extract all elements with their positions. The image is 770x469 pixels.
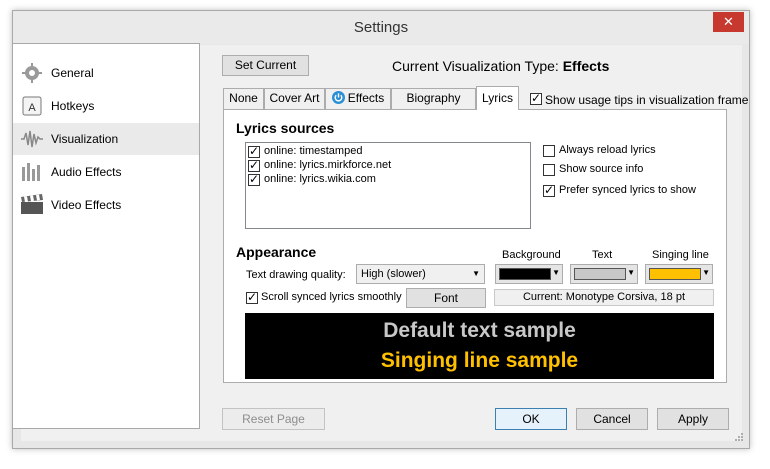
source-label: online: timestamped — [264, 145, 363, 157]
appearance-heading: Appearance — [236, 244, 317, 260]
chevron-down-icon: ▼ — [472, 269, 480, 278]
sidebar: General A Hotkeys Visualization Audio Ef… — [12, 43, 200, 429]
title-bar[interactable]: Settings ✕ — [13, 11, 749, 44]
sidebar-item-label: Hotkeys — [51, 99, 95, 113]
text-swatch — [574, 268, 626, 280]
always-reload-label: Always reload lyrics — [559, 144, 656, 156]
close-button[interactable]: ✕ — [713, 12, 744, 32]
scroll-smoothly-label: Scroll synced lyrics smoothly — [261, 291, 402, 303]
reset-page-button[interactable]: Reset Page — [222, 408, 325, 430]
svg-text:A: A — [28, 102, 36, 114]
quality-label: Text drawing quality: — [246, 269, 346, 281]
tab-lyrics[interactable]: Lyrics — [476, 86, 519, 110]
video-effects-icon — [21, 194, 43, 214]
source-checkbox[interactable] — [248, 144, 260, 158]
chevron-down-icon: ▼ — [552, 268, 560, 277]
set-current-button[interactable]: Set Current — [222, 55, 309, 76]
sidebar-item-visualization[interactable]: Visualization — [13, 123, 199, 155]
sidebar-item-label: Audio Effects — [51, 165, 122, 179]
singing-color-label: Singing line — [652, 249, 709, 261]
show-source-info-label: Show source info — [559, 163, 644, 175]
prefer-synced-checkbox[interactable] — [543, 183, 555, 197]
quality-value: High (slower) — [361, 268, 426, 280]
show-tips-label: Show usage tips in visualization frame — [545, 93, 749, 107]
lyrics-preview: Default text sample Singing line sample — [245, 313, 714, 379]
source-label: online: lyrics.wikia.com — [264, 173, 376, 185]
general-icon — [22, 63, 42, 83]
tab-label: Effects — [347, 91, 385, 105]
chevron-down-icon: ▼ — [702, 268, 710, 277]
singing-color-picker[interactable]: ▼ — [645, 264, 713, 284]
default-text-sample: Default text sample — [383, 319, 576, 342]
font-button[interactable]: Font — [406, 288, 486, 308]
tab-label: Cover Art — [269, 91, 320, 105]
tab-biography-view[interactable]: Biography View — [391, 88, 476, 124]
cancel-button[interactable]: Cancel — [576, 408, 648, 430]
tab-label: None — [229, 91, 258, 105]
hotkeys-icon: A — [22, 96, 42, 116]
sidebar-item-hotkeys[interactable]: A Hotkeys — [13, 90, 199, 122]
current-font-field: Current: Monotype Corsiva, 18 pt — [494, 289, 714, 306]
chevron-down-icon: ▼ — [627, 268, 635, 277]
tab-label: Lyrics — [482, 91, 513, 105]
power-icon — [331, 91, 345, 104]
scroll-smoothly-checkbox[interactable] — [246, 290, 258, 304]
sidebar-item-label: Visualization — [51, 132, 119, 146]
window-title: Settings — [353, 19, 409, 36]
tab-effects[interactable]: Effects — [325, 88, 391, 109]
source-label: online: lyrics.mirkforce.net — [264, 159, 392, 171]
visualization-type-heading: Current Visualization Type: Effects — [392, 58, 609, 74]
sidebar-item-general[interactable]: General — [13, 57, 199, 89]
audio-effects-icon — [22, 163, 40, 181]
background-swatch — [499, 268, 551, 280]
close-icon: ✕ — [723, 14, 734, 29]
sidebar-item-video-effects[interactable]: Video Effects — [13, 189, 199, 221]
lyrics-sources-heading: Lyrics sources — [236, 120, 335, 136]
source-checkbox[interactable] — [248, 158, 260, 172]
visualization-icon — [21, 130, 43, 148]
background-color-picker[interactable]: ▼ — [495, 264, 563, 284]
quality-select[interactable]: High (slower) ▼ — [356, 264, 485, 284]
singing-swatch — [649, 268, 701, 280]
apply-button[interactable]: Apply — [657, 408, 729, 430]
resize-grip-icon[interactable] — [734, 432, 744, 442]
text-color-label: Text — [592, 249, 613, 261]
source-checkbox[interactable] — [248, 172, 260, 186]
singing-line-sample: Singing line sample — [380, 349, 579, 372]
vis-type-value: Effects — [562, 58, 610, 74]
show-source-info-checkbox[interactable] — [543, 164, 555, 176]
tab-cover-art[interactable]: Cover Art — [264, 88, 325, 109]
prefer-synced-label: Prefer synced lyrics to show — [559, 184, 696, 196]
background-color-label: Background — [502, 249, 561, 261]
sidebar-item-label: General — [51, 66, 94, 80]
sidebar-item-audio-effects[interactable]: Audio Effects — [13, 156, 199, 188]
vis-type-prefix: Current Visualization Type: — [392, 58, 559, 74]
ok-button[interactable]: OK — [495, 408, 567, 430]
tab-none[interactable]: None — [223, 88, 264, 109]
sidebar-item-label: Video Effects — [51, 198, 122, 212]
text-color-picker[interactable]: ▼ — [570, 264, 638, 284]
always-reload-checkbox[interactable] — [543, 145, 555, 157]
show-tips-checkbox[interactable] — [530, 91, 542, 105]
